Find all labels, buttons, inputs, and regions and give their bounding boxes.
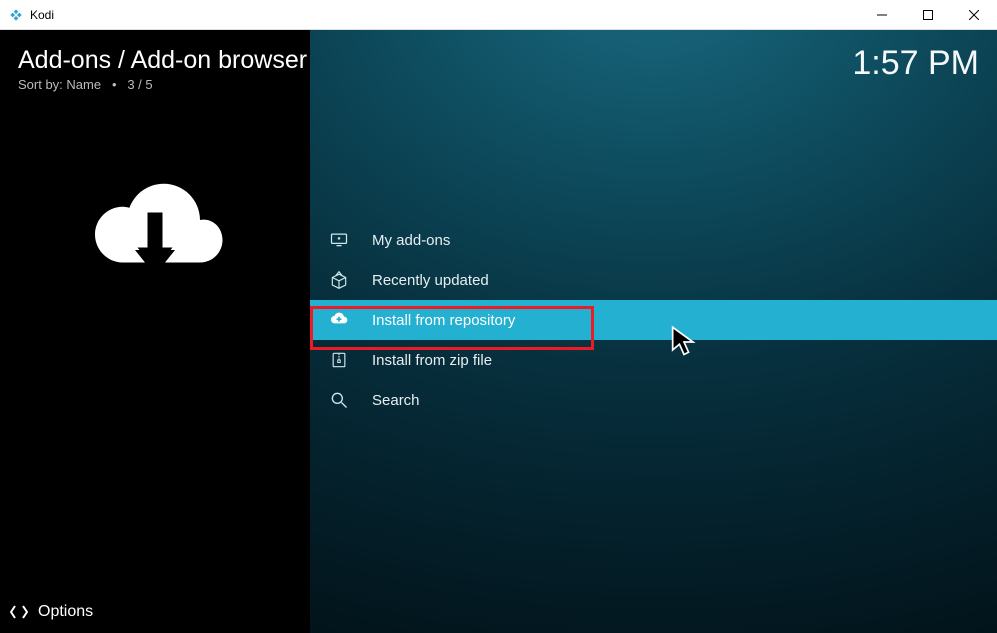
menu-item-label: Recently updated	[372, 272, 489, 289]
menu-item-label: Install from zip file	[372, 352, 492, 369]
menu-item-search[interactable]: Search	[310, 380, 997, 420]
cloud-plus-icon	[328, 309, 350, 331]
list-position: 3 / 5	[127, 77, 152, 92]
expand-icon	[10, 604, 28, 620]
menu-item-install-from-zip[interactable]: Install from zip file	[310, 340, 997, 380]
maximize-button[interactable]	[905, 0, 951, 30]
menu-item-install-from-repository[interactable]: Install from repository	[310, 300, 997, 340]
minimize-button[interactable]	[859, 0, 905, 30]
menu-item-label: Install from repository	[372, 312, 515, 329]
app-window: Kodi Add-ons / Add-on browser Sort by: N…	[0, 0, 997, 633]
menu-item-label: Search	[372, 392, 420, 409]
options-label: Options	[38, 603, 93, 621]
close-button[interactable]	[951, 0, 997, 30]
search-icon	[328, 389, 350, 411]
kodi-logo-icon	[8, 7, 24, 23]
sort-line: Sort by: Name • 3 / 5	[0, 77, 310, 92]
content-area: Add-ons / Add-on browser Sort by: Name •…	[0, 30, 997, 633]
window-controls	[859, 0, 997, 30]
window-title: Kodi	[30, 8, 54, 22]
breadcrumb: Add-ons / Add-on browser	[0, 30, 310, 77]
sidebar: Add-ons / Add-on browser Sort by: Name •…	[0, 30, 310, 633]
zip-icon	[328, 349, 350, 371]
main-pane: 1:57 PM My add-ons Recently updated	[310, 30, 997, 633]
addon-menu: My add-ons Recently updated Install from…	[310, 220, 997, 420]
menu-item-label: My add-ons	[372, 232, 450, 249]
menu-item-recently-updated[interactable]: Recently updated	[310, 260, 997, 300]
menu-item-my-addons[interactable]: My add-ons	[310, 220, 997, 260]
box-open-icon	[328, 269, 350, 291]
screen-icon	[328, 229, 350, 251]
titlebar: Kodi	[0, 0, 997, 30]
sort-label: Sort by: Name	[18, 77, 101, 92]
cloud-download-icon	[0, 150, 310, 310]
clock: 1:57 PM	[852, 44, 979, 83]
options-button[interactable]: Options	[0, 593, 310, 633]
